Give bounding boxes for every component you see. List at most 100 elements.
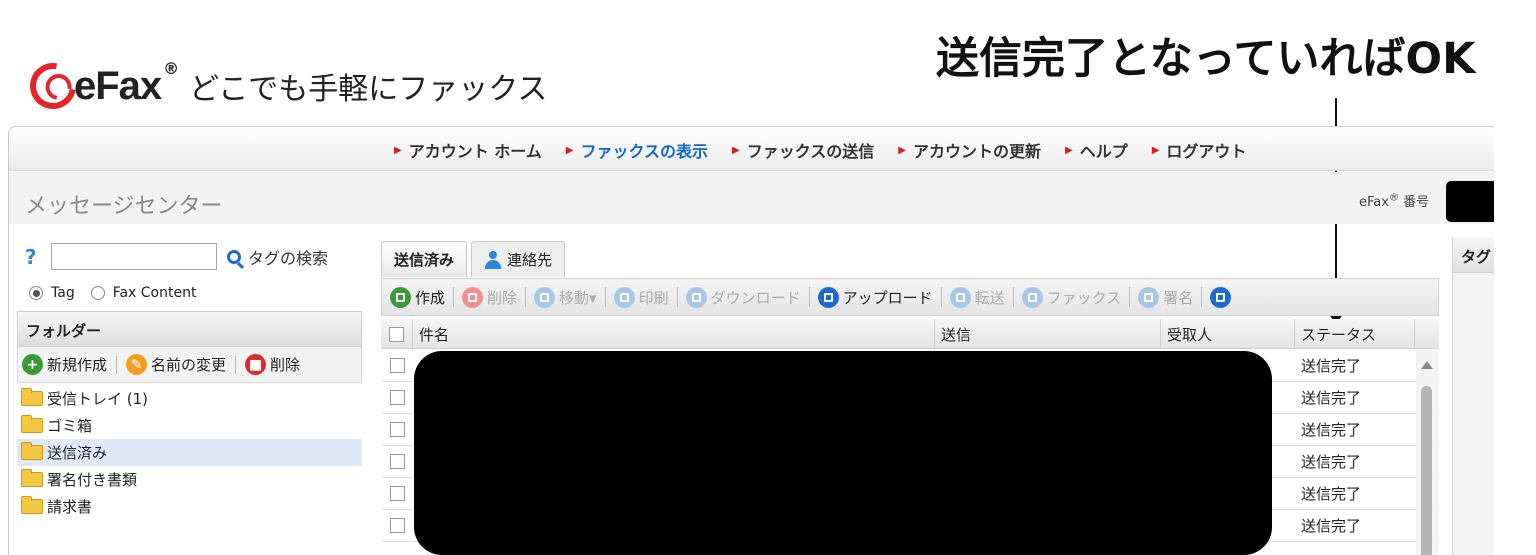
plus-icon: + <box>22 354 43 375</box>
nav-logout[interactable]: ▶ ログアウト <box>1152 138 1247 162</box>
toolbar-separator <box>940 287 942 307</box>
row-checkbox[interactable] <box>389 518 405 533</box>
tag-button[interactable] <box>1210 286 1235 308</box>
fax-button[interactable]: ファックス <box>1021 286 1122 308</box>
left-panel: ? タグの検索 Tag Fax Content フォルダー + 新規作成 ✎ 名前の… <box>17 229 362 555</box>
folder-icon <box>21 469 43 487</box>
print-button[interactable]: 印刷 <box>613 286 669 308</box>
forward-icon <box>949 286 971 308</box>
rename-icon: ✎ <box>126 354 148 375</box>
folder-label: 署名付き書類 <box>47 471 138 489</box>
row-checkbox[interactable] <box>389 454 405 469</box>
toolbar-separator <box>525 287 527 307</box>
download-button[interactable]: ダウンロード <box>685 286 801 308</box>
nav-label: アカウント ホーム <box>408 142 542 161</box>
row-checkbox[interactable] <box>389 358 405 373</box>
rename-folder-button[interactable]: ✎ 名前の変更 <box>126 354 226 375</box>
download-label: ダウンロード <box>710 288 801 307</box>
radio-tag[interactable] <box>29 286 43 300</box>
message-center-bar: メッセージセンター eFax® 番号 <box>9 172 1494 224</box>
row-checkbox[interactable] <box>389 422 405 437</box>
grid-scrollbar[interactable] <box>1416 350 1438 555</box>
status-cell: 送信完了 <box>1301 485 1362 503</box>
nav-triangle-icon: ▶ <box>394 144 402 156</box>
tag-search-button[interactable]: タグの検索 <box>227 245 328 269</box>
toolbar-separator <box>453 287 455 307</box>
folder-icon <box>21 388 43 406</box>
efax-number-brand: eFax <box>1359 195 1389 210</box>
tag-search-label: タグの検索 <box>248 248 329 268</box>
status-cell: 送信完了 <box>1301 389 1362 407</box>
top-navigation: ▶ アカウント ホーム ▶ ファックスの表示 ▶ ファックスの送信 ▶ アカウントの更新… <box>9 127 1494 171</box>
status-cell: 送信完了 <box>1301 357 1362 375</box>
envelope-icon <box>390 286 411 308</box>
folder-icon <box>21 442 43 460</box>
nav-label: アカウントの更新 <box>912 142 1041 161</box>
nav-help[interactable]: ▶ ヘルプ <box>1065 138 1128 162</box>
fax-icon <box>1021 286 1043 308</box>
forward-label: 転送 <box>974 288 1005 307</box>
print-icon <box>613 286 635 308</box>
nav-account-home[interactable]: ▶ アカウント ホーム <box>394 138 542 162</box>
toolbar-separator <box>116 355 118 374</box>
delete-folder-button[interactable]: ■ 削除 <box>245 354 300 375</box>
nav-update-account[interactable]: ▶ アカウントの更新 <box>898 138 1041 162</box>
folder-inbox[interactable]: 受信トレイ (1) <box>17 385 362 412</box>
logo-tagline: どこでも手軽にファックス <box>189 72 548 107</box>
tab-sent[interactable]: 送信済み <box>381 241 468 277</box>
row-checkbox[interactable] <box>389 486 405 501</box>
sign-button[interactable]: 署名 <box>1138 286 1193 308</box>
efax-logo: eFax ® どこでも手軽にファックス <box>20 53 548 119</box>
column-sent[interactable]: 送信 <box>935 319 1161 349</box>
move-button[interactable]: 移動▾ <box>534 286 597 308</box>
forward-button[interactable]: 転送 <box>949 286 1005 308</box>
folder-signed-documents[interactable]: 署名付き書類 <box>17 466 362 493</box>
nav-view-faxes[interactable]: ▶ ファックスの表示 <box>566 138 708 162</box>
folder-label: 請求書 <box>47 498 93 516</box>
main-tabs: 送信済み 連絡先 <box>381 241 569 277</box>
toolbar-separator <box>1129 287 1131 307</box>
column-recipient[interactable]: 受取人 <box>1161 319 1295 349</box>
upload-button[interactable]: アップロード <box>817 286 933 308</box>
folder-trash[interactable]: ゴミ箱 <box>17 412 362 439</box>
status-cell: 送信完了 <box>1301 421 1362 439</box>
delete-folder-label: 削除 <box>270 356 301 374</box>
folder-invoices[interactable]: 請求書 <box>17 493 362 520</box>
column-status[interactable]: ステータス <box>1295 319 1415 349</box>
new-folder-button[interactable]: + 新規作成 <box>22 354 107 375</box>
nav-label: ファックスの表示 <box>580 142 709 161</box>
folder-icon <box>21 496 43 514</box>
delete-label: 削除 <box>487 288 518 307</box>
row-checkbox[interactable] <box>389 390 405 405</box>
tag-icon <box>1210 286 1232 308</box>
new-folder-label: 新規作成 <box>47 356 108 374</box>
radio-fax-content[interactable] <box>90 286 105 300</box>
column-subject[interactable]: 件名 <box>413 319 935 349</box>
folder-label: 送信済み <box>47 444 108 462</box>
folder-label: 受信トレイ (1) <box>47 390 149 408</box>
folder-sent[interactable]: 送信済み <box>17 439 362 466</box>
scroll-up-icon[interactable] <box>1421 361 1433 369</box>
fax-label: ファックス <box>1046 288 1122 307</box>
toolbar-separator <box>1012 287 1014 307</box>
compose-button[interactable]: 作成 <box>390 286 445 308</box>
logo-registered-mark: ® <box>163 58 180 78</box>
nav-send-fax[interactable]: ▶ ファックスの送信 <box>732 138 874 162</box>
tag-search-row: ? タグの検索 <box>25 243 328 270</box>
tab-contacts[interactable]: 連絡先 <box>471 241 566 277</box>
tag-search-input[interactable] <box>51 243 217 270</box>
nav-items: ▶ アカウント ホーム ▶ ファックスの表示 ▶ ファックスの送信 ▶ アカウントの更新… <box>394 138 1246 162</box>
select-all-checkbox[interactable] <box>389 326 404 342</box>
nav-label: ログアウト <box>1166 142 1247 161</box>
annotation-text: 送信完了となっていればOK <box>936 34 1476 84</box>
delete-button[interactable]: 削除 <box>462 286 518 308</box>
toolbar-separator <box>676 287 678 307</box>
status-cell: 送信完了 <box>1301 453 1362 471</box>
scroll-thumb[interactable] <box>1421 386 1432 555</box>
nav-label: ヘルプ <box>1079 142 1128 161</box>
help-icon[interactable]: ? <box>25 245 45 269</box>
radio-fax-content-label: Fax Content <box>112 285 197 301</box>
upload-icon <box>817 286 839 308</box>
nav-triangle-icon: ▶ <box>898 144 906 156</box>
search-icon <box>227 249 241 264</box>
